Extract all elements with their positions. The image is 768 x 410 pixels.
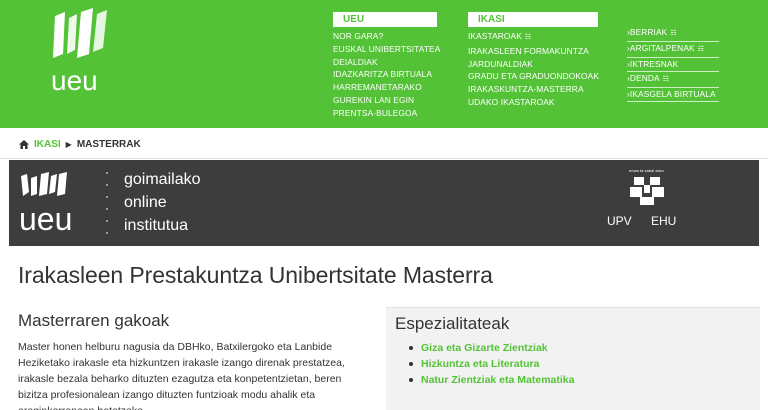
ikasi-menu-title[interactable]: IKASI [468,12,598,27]
ikasi-item-ikastaroak[interactable]: IKASTAROAK ☷ [468,30,599,45]
ueu-item-nor-gara[interactable]: NOR GARA? [333,30,440,43]
breadcrumb-ikasi[interactable]: IKASI [34,139,61,150]
ikastaroak-label: IKASTAROAK [468,31,522,41]
ueu-logo[interactable]: ueu [47,8,115,96]
denda-label: DENDA [629,73,660,83]
upv-label: UPV [607,214,632,228]
ueu-item-gurekin-lan-egin[interactable]: GUREKIN LAN EGIN [333,94,440,107]
upv-shield-icon [630,177,664,205]
ikasi-item-udako-ikastaroak[interactable]: UDAKO IKASTAROAK [468,96,599,109]
ikasi-item-gradu[interactable]: GRADU ETA GRADUONDOKOAK [468,70,599,83]
dotted-separator [106,172,110,236]
banner-tagline: goimailako online institutua [124,168,200,237]
rss-icon: ☷ [697,46,705,53]
divider [0,158,768,159]
specialties-list: Giza eta Gizarte Zientziak Hizkuntza eta… [409,340,574,388]
breadcrumb-separator-icon: ▶ [65,139,72,149]
logo-text: ueu [51,65,98,96]
link-argitalpenak[interactable]: ARGITALPENAK☷ [627,42,719,58]
breadcrumb: IKASI ▶ MASTERRAK [19,138,141,150]
banner-logo-text: ueu [19,201,72,234]
ikasi-item-jardunaldiak[interactable]: JARDUNALDIAK [468,58,599,71]
link-denda[interactable]: DENDA☷ [627,72,719,88]
specialty-giza-eta-gizarte[interactable]: Giza eta Gizarte Zientziak [409,340,574,356]
master-keys-heading: Masterraren gakoak [18,311,170,330]
specialty-natur-zientziak[interactable]: Natur Zientziak eta Matematika [409,372,574,388]
master-description: Master honen helburu nagusia da DBHko, B… [18,341,345,410]
ehu-label: EHU [651,214,677,228]
berriak-label: BERRIAK [629,27,668,37]
upv-ehu-logo: eman ta zabal zazu UPV EHU [607,168,687,238]
ueu-item-idazkaritza-birtuala[interactable]: IDAZKARITZA BIRTUALA [333,68,440,81]
link-iktresnak[interactable]: IKTRESNAK [627,58,719,72]
ueu-menu-title[interactable]: UEU [333,12,437,27]
rss-icon: ☷ [524,34,532,41]
site-header: ueu UEU NOR GARA? EUSKAL UNIBERTSITATEA … [0,0,768,128]
upv-motto: eman ta zabal zazu [629,168,664,173]
ikasi-item-irakasleen-formakuntza[interactable]: IRAKASLEEN FORMAKUNTZA [468,45,599,58]
ueu-banner-logo: ueu [19,172,72,234]
masterrak-banner: ueu goimailako online institutua eman ta… [9,160,759,246]
argitalpenak-label: ARGITALPENAK [629,43,695,53]
ueu-item-harremanetarako[interactable]: HARREMANETARAKO [333,81,440,94]
tagline-line-2: online [124,194,167,211]
link-berriak[interactable]: BERRIAK☷ [627,26,719,42]
ueu-item-prentsa-bulegoa[interactable]: PRENTSA-BULEGOA [333,107,440,120]
breadcrumb-current: MASTERRAK [76,138,141,150]
specialties-box: Espezialitateak Giza eta Gizarte Zientzi… [386,307,760,410]
link-ikasgela-birtuala[interactable]: IKASGELA BIRTUALA [627,88,719,102]
ueu-item-deialdiak[interactable]: DEIALDIAK [333,56,440,69]
ikasi-menu: IKASI IKASTAROAK ☷ IRAKASLEEN FORMAKUNTZA… [468,12,599,109]
quick-links: BERRIAK☷ ARGITALPENAK☷ IKTRESNAK DENDA☷ … [627,26,719,102]
tagline-line-3: institutua [124,217,189,234]
specialty-hizkuntza-eta-literatura[interactable]: Hizkuntza eta Literatura [409,356,574,372]
specialties-heading: Espezialitateak [395,314,510,333]
home-icon[interactable] [19,139,29,149]
page-title: Irakasleen Prestakuntza Unibertsitate Ma… [18,262,493,288]
tagline-line-1: goimailako [124,171,201,188]
ikasi-item-irakaskuntza-masterra[interactable]: IRAKASKUNTZA-MASTERRA [468,83,599,96]
ueu-item-euskal-unibertsitatea[interactable]: EUSKAL UNIBERTSITATEA [333,43,440,56]
ueu-menu: UEU NOR GARA? EUSKAL UNIBERTSITATEA DEIA… [333,12,440,120]
rss-icon: ☷ [662,76,670,83]
rss-icon: ☷ [670,30,677,37]
